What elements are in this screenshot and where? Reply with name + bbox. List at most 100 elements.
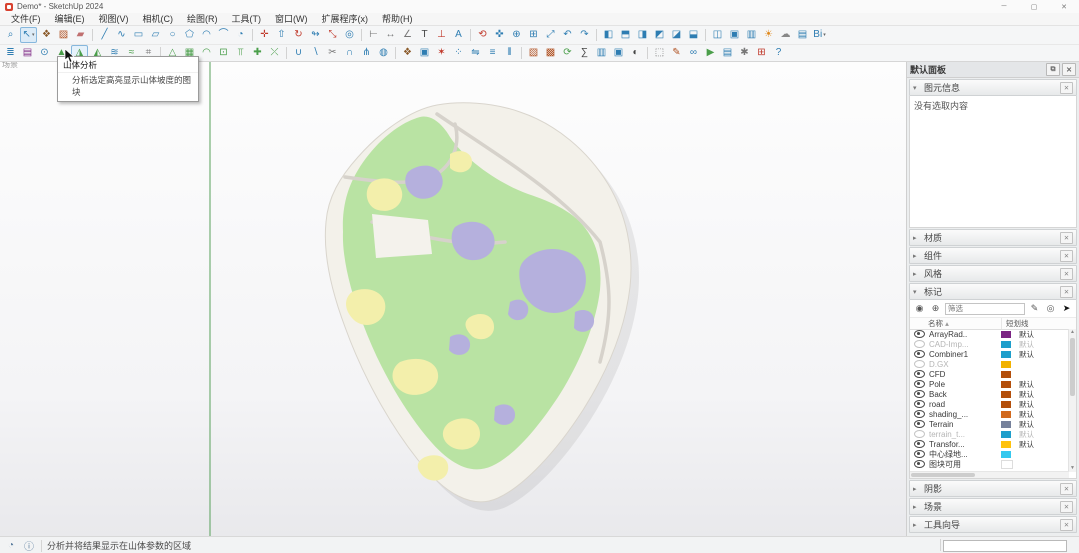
scroll-up-icon[interactable]: ▲	[1069, 329, 1076, 336]
3d-text-icon[interactable]: A	[451, 28, 466, 42]
tag-name[interactable]: Combiner1	[929, 350, 1001, 359]
solid-split-icon[interactable]: ⋔	[359, 46, 374, 60]
close-icon[interactable]: ✕	[1060, 268, 1073, 280]
show-all-tags-icon[interactable]: ◉	[913, 303, 926, 314]
bi-extension-icon[interactable]: Bi	[812, 28, 827, 42]
area-measure-icon[interactable]: ⬚	[652, 46, 667, 60]
tag-row[interactable]: CAD-Imp...默认	[910, 339, 1069, 349]
rotate-icon[interactable]: ↻	[291, 28, 306, 42]
scale-icon[interactable]: ⤡	[325, 28, 340, 42]
right-view-icon[interactable]: ◩	[652, 28, 667, 42]
menu-item-4[interactable]: 相机(C)	[136, 13, 181, 26]
section-collapsed-top-3[interactable]: ▸风格✕	[909, 265, 1077, 282]
export-image-icon[interactable]: ▣	[611, 46, 626, 60]
close-icon[interactable]: ✕	[1060, 82, 1073, 94]
menu-item-2[interactable]: 编辑(E)	[48, 13, 92, 26]
tag-dashes-value[interactable]: 默认	[1019, 349, 1063, 360]
tag-color-swatch[interactable]	[1001, 381, 1011, 388]
flip-edge-icon[interactable]: ⤫	[267, 46, 282, 60]
section-collapsed-bottom-1[interactable]: ▸阴影✕	[909, 480, 1077, 497]
left-view-icon[interactable]: ◪	[669, 28, 684, 42]
tag-color-swatch[interactable]	[1001, 351, 1011, 358]
tags-vertical-scrollbar[interactable]: ▲ ▼	[1068, 329, 1076, 472]
close-icon[interactable]: ✕	[1060, 232, 1073, 244]
tag-row[interactable]: ArrayRad..默认	[910, 329, 1069, 339]
column-dashes-label[interactable]: 短划线	[1002, 318, 1029, 329]
purge-icon[interactable]: ⟳	[560, 46, 575, 60]
section-plane-icon[interactable]: ◫	[710, 28, 725, 42]
add-detail-icon[interactable]: ✚	[250, 46, 265, 60]
camera-path-icon[interactable]: ∞	[686, 46, 701, 60]
circle-icon[interactable]: ○	[165, 28, 180, 42]
protractor-icon[interactable]: ∠	[400, 28, 415, 42]
tag-name[interactable]: Terrain	[929, 420, 1001, 429]
tag-name[interactable]: D.GX	[929, 360, 1001, 369]
menu-item-7[interactable]: 窗口(W)	[268, 13, 315, 26]
paint-bucket-icon[interactable]: ▨	[56, 28, 71, 42]
match-photo-icon[interactable]: ▤	[795, 28, 810, 42]
scene-tab-label[interactable]: 场景	[2, 62, 18, 70]
menu-item-6[interactable]: 工具(T)	[225, 13, 269, 26]
settings-icon[interactable]: ✱	[737, 46, 752, 60]
tag-name[interactable]: shading_...	[929, 410, 1001, 419]
smoove-icon[interactable]: ◠	[199, 46, 214, 60]
move-icon[interactable]: ✛	[257, 28, 272, 42]
tag-row[interactable]: Combiner1 默认	[910, 349, 1069, 359]
render-preview-icon[interactable]: ◐	[628, 46, 643, 60]
tag-details-icon[interactable]: ➤	[1060, 303, 1073, 314]
maximize-button[interactable]: ▢	[1019, 0, 1049, 13]
eye-visible-icon[interactable]	[914, 420, 925, 428]
zoom-icon[interactable]: ⊕	[509, 28, 524, 42]
section-tags[interactable]: ▾ 标记 ✕	[909, 283, 1077, 300]
section-collapsed-top-2[interactable]: ▸组件✕	[909, 247, 1077, 264]
close-icon[interactable]: ✕	[1060, 286, 1073, 298]
tag-color-swatch[interactable]	[1001, 361, 1011, 368]
tag-color-swatch[interactable]	[1001, 460, 1013, 469]
section-entity-info[interactable]: ▾ 图元信息 ✕	[909, 79, 1077, 96]
distribute-icon[interactable]: ⫴	[502, 46, 517, 60]
eye-visible-icon[interactable]	[914, 390, 925, 398]
eye-visible-icon[interactable]	[914, 410, 925, 418]
column-name-label[interactable]: 名称	[928, 319, 943, 328]
eye-visible-icon[interactable]	[914, 460, 925, 468]
tag-name[interactable]: CFD	[929, 370, 1001, 379]
tag-row[interactable]: Transfor...默认	[910, 439, 1069, 449]
arc-icon[interactable]: ◠	[199, 28, 214, 42]
tag-name[interactable]: Pole	[929, 380, 1001, 389]
section-fill-icon[interactable]: ▥	[744, 28, 759, 42]
eye-hidden-icon[interactable]	[914, 340, 925, 348]
close-button[interactable]: ✕	[1049, 0, 1079, 13]
info-icon[interactable]: ⓘ	[22, 540, 36, 552]
eye-visible-icon[interactable]	[914, 350, 925, 358]
zoom-extents-icon[interactable]: ⤢	[543, 28, 558, 42]
animation-play-icon[interactable]: ▶	[703, 46, 718, 60]
shadows-icon[interactable]: ☀	[761, 28, 776, 42]
tag-color-swatch[interactable]	[1001, 431, 1011, 438]
scrollbar-thumb[interactable]	[1070, 338, 1075, 396]
menu-item-1[interactable]: 文件(F)	[4, 13, 48, 26]
tag-color-swatch[interactable]	[1001, 411, 1011, 418]
geolocation-icon[interactable]: ◔	[4, 540, 18, 552]
group-icon[interactable]: ▣	[417, 46, 432, 60]
tag-row[interactable]: Back默认	[910, 389, 1069, 399]
tag-name[interactable]: Transfor...	[929, 440, 1001, 449]
minimize-button[interactable]: ─	[989, 0, 1019, 13]
push-pull-icon[interactable]: ⇧	[274, 28, 289, 42]
axes-icon[interactable]: ⊥	[434, 28, 449, 42]
eye-visible-icon[interactable]	[914, 400, 925, 408]
pie-icon[interactable]: ◔	[233, 28, 248, 42]
previous-view-icon[interactable]: ↶	[560, 28, 575, 42]
tag-row[interactable]: Terrain默认	[910, 419, 1069, 429]
back-view-icon[interactable]: ⬓	[686, 28, 701, 42]
tag-row[interactable]: 中心绿地...	[910, 449, 1069, 459]
tag-color-swatch[interactable]	[1001, 391, 1011, 398]
close-icon[interactable]: ✕	[1060, 519, 1073, 531]
eye-visible-icon[interactable]	[914, 330, 925, 338]
measurement-input[interactable]	[943, 540, 1067, 552]
geo-location-icon[interactable]: ⊙	[37, 46, 52, 60]
explode-icon[interactable]: ✶	[434, 46, 449, 60]
tag-color-swatch[interactable]	[1001, 401, 1011, 408]
solid-union-icon[interactable]: ∪	[291, 46, 306, 60]
fog-icon[interactable]: ☁	[778, 28, 793, 42]
menu-item-9[interactable]: 帮助(H)	[375, 13, 420, 26]
